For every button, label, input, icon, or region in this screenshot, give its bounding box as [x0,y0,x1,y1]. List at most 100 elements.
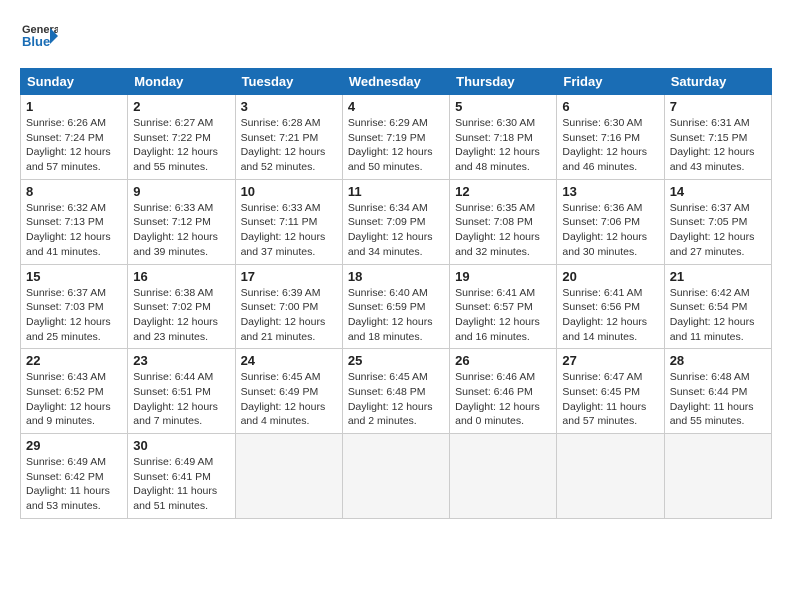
calendar-day-cell: 12 Sunrise: 6:35 AMSunset: 7:08 PMDaylig… [450,179,557,264]
day-number: 5 [455,99,551,114]
day-number: 4 [348,99,444,114]
calendar-week-row: 29 Sunrise: 6:49 AMSunset: 6:42 PMDaylig… [21,434,772,519]
day-info: Sunrise: 6:33 AMSunset: 7:12 PMDaylight:… [133,201,229,260]
calendar-week-row: 1 Sunrise: 6:26 AMSunset: 7:24 PMDayligh… [21,95,772,180]
day-number: 6 [562,99,658,114]
day-info: Sunrise: 6:49 AMSunset: 6:41 PMDaylight:… [133,455,229,514]
calendar-day-header: Monday [128,69,235,95]
day-number: 7 [670,99,766,114]
calendar-day-cell: 4 Sunrise: 6:29 AMSunset: 7:19 PMDayligh… [342,95,449,180]
calendar-day-cell [557,434,664,519]
svg-text:Blue: Blue [22,34,50,49]
day-info: Sunrise: 6:32 AMSunset: 7:13 PMDaylight:… [26,201,122,260]
calendar-day-cell: 19 Sunrise: 6:41 AMSunset: 6:57 PMDaylig… [450,264,557,349]
day-info: Sunrise: 6:40 AMSunset: 6:59 PMDaylight:… [348,286,444,345]
calendar-day-header: Thursday [450,69,557,95]
day-number: 2 [133,99,229,114]
calendar-day-cell: 7 Sunrise: 6:31 AMSunset: 7:15 PMDayligh… [664,95,771,180]
day-info: Sunrise: 6:41 AMSunset: 6:57 PMDaylight:… [455,286,551,345]
calendar-day-cell: 25 Sunrise: 6:45 AMSunset: 6:48 PMDaylig… [342,349,449,434]
day-info: Sunrise: 6:45 AMSunset: 6:49 PMDaylight:… [241,370,337,429]
day-number: 8 [26,184,122,199]
day-number: 24 [241,353,337,368]
calendar-day-cell [664,434,771,519]
day-info: Sunrise: 6:46 AMSunset: 6:46 PMDaylight:… [455,370,551,429]
day-info: Sunrise: 6:36 AMSunset: 7:06 PMDaylight:… [562,201,658,260]
day-info: Sunrise: 6:28 AMSunset: 7:21 PMDaylight:… [241,116,337,175]
day-info: Sunrise: 6:30 AMSunset: 7:18 PMDaylight:… [455,116,551,175]
day-number: 19 [455,269,551,284]
day-number: 13 [562,184,658,199]
day-number: 14 [670,184,766,199]
day-number: 11 [348,184,444,199]
calendar-day-header: Saturday [664,69,771,95]
day-number: 21 [670,269,766,284]
day-info: Sunrise: 6:26 AMSunset: 7:24 PMDaylight:… [26,116,122,175]
day-info: Sunrise: 6:43 AMSunset: 6:52 PMDaylight:… [26,370,122,429]
day-info: Sunrise: 6:45 AMSunset: 6:48 PMDaylight:… [348,370,444,429]
page: General Blue SundayMondayTuesdayWednesda… [0,0,792,612]
calendar-day-cell: 28 Sunrise: 6:48 AMSunset: 6:44 PMDaylig… [664,349,771,434]
day-info: Sunrise: 6:29 AMSunset: 7:19 PMDaylight:… [348,116,444,175]
day-number: 17 [241,269,337,284]
day-info: Sunrise: 6:44 AMSunset: 6:51 PMDaylight:… [133,370,229,429]
calendar-day-cell: 22 Sunrise: 6:43 AMSunset: 6:52 PMDaylig… [21,349,128,434]
calendar-day-cell: 30 Sunrise: 6:49 AMSunset: 6:41 PMDaylig… [128,434,235,519]
calendar-day-cell [450,434,557,519]
calendar-week-row: 8 Sunrise: 6:32 AMSunset: 7:13 PMDayligh… [21,179,772,264]
calendar-day-cell: 29 Sunrise: 6:49 AMSunset: 6:42 PMDaylig… [21,434,128,519]
day-info: Sunrise: 6:30 AMSunset: 7:16 PMDaylight:… [562,116,658,175]
day-number: 1 [26,99,122,114]
day-info: Sunrise: 6:33 AMSunset: 7:11 PMDaylight:… [241,201,337,260]
calendar-week-row: 15 Sunrise: 6:37 AMSunset: 7:03 PMDaylig… [21,264,772,349]
calendar-day-header: Sunday [21,69,128,95]
calendar-day-cell: 26 Sunrise: 6:46 AMSunset: 6:46 PMDaylig… [450,349,557,434]
day-info: Sunrise: 6:34 AMSunset: 7:09 PMDaylight:… [348,201,444,260]
day-number: 15 [26,269,122,284]
calendar-day-cell [342,434,449,519]
day-info: Sunrise: 6:27 AMSunset: 7:22 PMDaylight:… [133,116,229,175]
calendar-day-cell: 8 Sunrise: 6:32 AMSunset: 7:13 PMDayligh… [21,179,128,264]
day-number: 18 [348,269,444,284]
calendar: SundayMondayTuesdayWednesdayThursdayFrid… [20,68,772,519]
calendar-day-cell: 6 Sunrise: 6:30 AMSunset: 7:16 PMDayligh… [557,95,664,180]
calendar-day-cell: 18 Sunrise: 6:40 AMSunset: 6:59 PMDaylig… [342,264,449,349]
calendar-day-cell: 27 Sunrise: 6:47 AMSunset: 6:45 PMDaylig… [557,349,664,434]
calendar-day-cell: 17 Sunrise: 6:39 AMSunset: 7:00 PMDaylig… [235,264,342,349]
logo: General Blue [20,18,58,56]
day-number: 22 [26,353,122,368]
calendar-day-cell: 11 Sunrise: 6:34 AMSunset: 7:09 PMDaylig… [342,179,449,264]
calendar-day-cell: 13 Sunrise: 6:36 AMSunset: 7:06 PMDaylig… [557,179,664,264]
calendar-day-cell: 3 Sunrise: 6:28 AMSunset: 7:21 PMDayligh… [235,95,342,180]
calendar-day-cell: 21 Sunrise: 6:42 AMSunset: 6:54 PMDaylig… [664,264,771,349]
day-number: 25 [348,353,444,368]
day-number: 10 [241,184,337,199]
day-info: Sunrise: 6:47 AMSunset: 6:45 PMDaylight:… [562,370,658,429]
calendar-day-header: Friday [557,69,664,95]
day-number: 16 [133,269,229,284]
day-info: Sunrise: 6:37 AMSunset: 7:03 PMDaylight:… [26,286,122,345]
day-info: Sunrise: 6:35 AMSunset: 7:08 PMDaylight:… [455,201,551,260]
calendar-day-cell: 23 Sunrise: 6:44 AMSunset: 6:51 PMDaylig… [128,349,235,434]
calendar-day-cell: 14 Sunrise: 6:37 AMSunset: 7:05 PMDaylig… [664,179,771,264]
day-number: 9 [133,184,229,199]
calendar-day-cell: 20 Sunrise: 6:41 AMSunset: 6:56 PMDaylig… [557,264,664,349]
calendar-day-cell: 9 Sunrise: 6:33 AMSunset: 7:12 PMDayligh… [128,179,235,264]
calendar-week-row: 22 Sunrise: 6:43 AMSunset: 6:52 PMDaylig… [21,349,772,434]
calendar-day-cell: 10 Sunrise: 6:33 AMSunset: 7:11 PMDaylig… [235,179,342,264]
day-number: 30 [133,438,229,453]
day-number: 26 [455,353,551,368]
calendar-day-header: Wednesday [342,69,449,95]
calendar-day-cell: 5 Sunrise: 6:30 AMSunset: 7:18 PMDayligh… [450,95,557,180]
calendar-day-cell: 24 Sunrise: 6:45 AMSunset: 6:49 PMDaylig… [235,349,342,434]
day-info: Sunrise: 6:48 AMSunset: 6:44 PMDaylight:… [670,370,766,429]
calendar-body: 1 Sunrise: 6:26 AMSunset: 7:24 PMDayligh… [21,95,772,519]
day-info: Sunrise: 6:37 AMSunset: 7:05 PMDaylight:… [670,201,766,260]
day-info: Sunrise: 6:49 AMSunset: 6:42 PMDaylight:… [26,455,122,514]
day-info: Sunrise: 6:31 AMSunset: 7:15 PMDaylight:… [670,116,766,175]
day-info: Sunrise: 6:42 AMSunset: 6:54 PMDaylight:… [670,286,766,345]
day-info: Sunrise: 6:39 AMSunset: 7:00 PMDaylight:… [241,286,337,345]
day-number: 28 [670,353,766,368]
day-number: 3 [241,99,337,114]
day-info: Sunrise: 6:38 AMSunset: 7:02 PMDaylight:… [133,286,229,345]
